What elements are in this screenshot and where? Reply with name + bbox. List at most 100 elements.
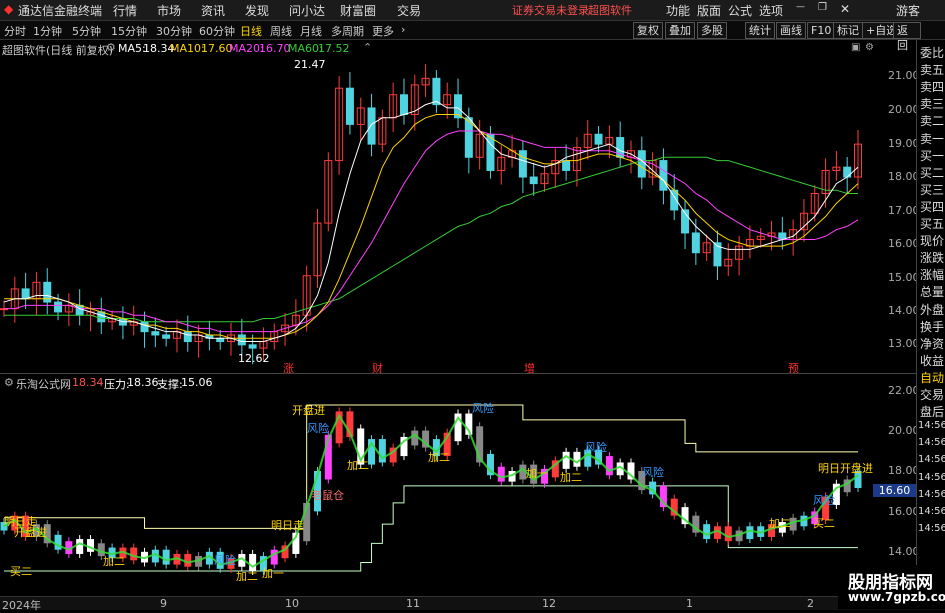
multi-stock-button[interactable]: 多股 (697, 22, 727, 39)
side-panel-label: 收益 (920, 353, 945, 368)
period-tab-more[interactable]: 更多 (372, 23, 394, 39)
date-tick: 2 (807, 597, 814, 610)
adjust-button[interactable]: 复权 (633, 22, 663, 39)
signal-label: 加二 (560, 471, 582, 484)
side-panel-label: 委比 (920, 46, 945, 60)
high-price-label: 21.47 (294, 58, 326, 71)
candle-body (248, 344, 257, 349)
candle-body (140, 321, 149, 333)
side-panel-label: 14:56 (918, 437, 945, 449)
y-tick: 16.00 (888, 237, 920, 250)
ind-y-tick: 22.00 (888, 384, 920, 397)
side-panel-label: 盘后 (920, 405, 945, 420)
side-panel-label: 总量 (920, 285, 945, 300)
candle-body (237, 334, 246, 346)
app-logo-icon: ◆ (4, 2, 14, 16)
period-tab[interactable]: 月线 (300, 23, 322, 39)
y-tick: 13.00 (888, 337, 920, 350)
y-tick: 15.00 (888, 271, 920, 284)
period-tab[interactable]: 1分钟 (33, 23, 62, 39)
signal-label: 风险 (214, 554, 236, 567)
candle-body (151, 331, 160, 336)
quote-side-panel: 委比 卖五 卖四 卖三 卖二 卖一 买一 买二 买三 买四 买五 现价 涨跌 涨幅 总量 外盘 换手 净资 收益 自动… (916, 40, 945, 609)
menu-news[interactable]: 资讯 (201, 2, 225, 19)
side-panel-label: 14:56 (918, 505, 945, 517)
mark-button[interactable]: 标记 (833, 22, 863, 39)
candle-body (518, 150, 527, 178)
period-tab[interactable]: 周线 (270, 23, 292, 39)
date-tick: 10 (285, 597, 299, 610)
date-tick: 9 (160, 597, 167, 610)
indicator-bar (746, 526, 754, 540)
menu-trade[interactable]: 交易 (397, 2, 421, 19)
side-panel-label: 14:56 (918, 488, 945, 500)
side-panel-label: 14:56 (918, 471, 945, 483)
menu-layout[interactable]: 版面 (697, 2, 721, 19)
period-tab[interactable]: 15分钟 (111, 23, 147, 39)
close-icon[interactable]: ✕ (840, 2, 850, 16)
overlay-button[interactable]: 叠加 (665, 22, 695, 39)
indicator-chart[interactable] (0, 374, 916, 596)
y-tick: 20.00 (888, 103, 920, 116)
indicator-bar (86, 539, 94, 552)
guest-label[interactable]: 游客 (896, 2, 920, 19)
ind-y-tick: 14.00 (888, 545, 920, 558)
candle-body (162, 334, 171, 339)
candle-body (637, 150, 646, 178)
period-tab[interactable]: 60分钟 (199, 23, 235, 39)
ind-y-tick: 20.00 (888, 424, 920, 437)
candle-body (367, 107, 376, 145)
back-button[interactable]: 返回 (893, 22, 921, 52)
period-tab[interactable]: 30分钟 (156, 23, 192, 39)
y-tick: 17.00 (888, 204, 920, 217)
candle-body (843, 166, 852, 178)
candle-body (659, 160, 668, 191)
side-panel-label: 现价 (920, 234, 945, 249)
minimize-icon[interactable]: — (796, 2, 805, 12)
side-panel-label: 卖三 (920, 97, 945, 112)
maximize-icon[interactable]: ❐ (818, 2, 827, 13)
f10-button[interactable]: F10 (807, 22, 836, 39)
period-tab[interactable]: 分时 (4, 23, 26, 39)
candle-body (54, 301, 63, 313)
menu-exchange[interactable]: 市场 (157, 2, 181, 19)
candle-body (97, 311, 106, 323)
low-price-label: 12.62 (238, 352, 270, 365)
price-chart[interactable] (0, 40, 916, 374)
menu-market[interactable]: 行情 (113, 2, 137, 19)
login-notice[interactable]: 证券交易未登录 (512, 2, 589, 18)
watermark-url: www.7gpzb.com (848, 590, 945, 604)
period-tab[interactable]: 多周期 (331, 23, 364, 39)
signal-label: 买二 (813, 517, 835, 530)
menu-formula[interactable]: 公式 (728, 2, 752, 19)
side-panel-label: 买四 (920, 199, 945, 214)
indicator-bar (130, 547, 138, 561)
side-panel-label: 买一 (920, 148, 945, 163)
signal-label: 风险 (585, 441, 607, 454)
indicator-bar (76, 539, 84, 554)
signal-label: 开盘进 (14, 526, 47, 539)
side-panel-label: 卖四 (920, 80, 945, 95)
date-tick: 12 (542, 597, 556, 610)
period-tab[interactable]: 5分钟 (72, 23, 101, 39)
ma5-line (3, 100, 859, 343)
signal-label: 加二 (428, 451, 450, 464)
candle-body (432, 77, 441, 106)
date-tick: 11 (406, 597, 420, 610)
menu-discover[interactable]: 发现 (245, 2, 269, 19)
current-price-tag: 16.60 (873, 484, 916, 497)
side-panel-label: 涨跌 (920, 251, 945, 266)
menu-wealth[interactable]: 财富圈 (340, 2, 376, 19)
stats-button[interactable]: 统计 (745, 22, 775, 39)
menu-ask[interactable]: 问小达 (289, 2, 325, 19)
pressure-line (4, 404, 858, 529)
app-title: 通达信金融终端 (18, 4, 103, 18)
draw-button[interactable]: 画线 (776, 22, 806, 39)
candle-body (399, 94, 408, 116)
menu-function[interactable]: 功能 (666, 2, 690, 19)
signal-label: 风险 (642, 466, 664, 479)
chevron-right-icon[interactable]: › (401, 23, 405, 36)
menu-options[interactable]: 选项 (759, 2, 783, 19)
period-tab-daily[interactable]: 日线 (240, 23, 262, 39)
y-tick: 21.00 (888, 69, 920, 82)
